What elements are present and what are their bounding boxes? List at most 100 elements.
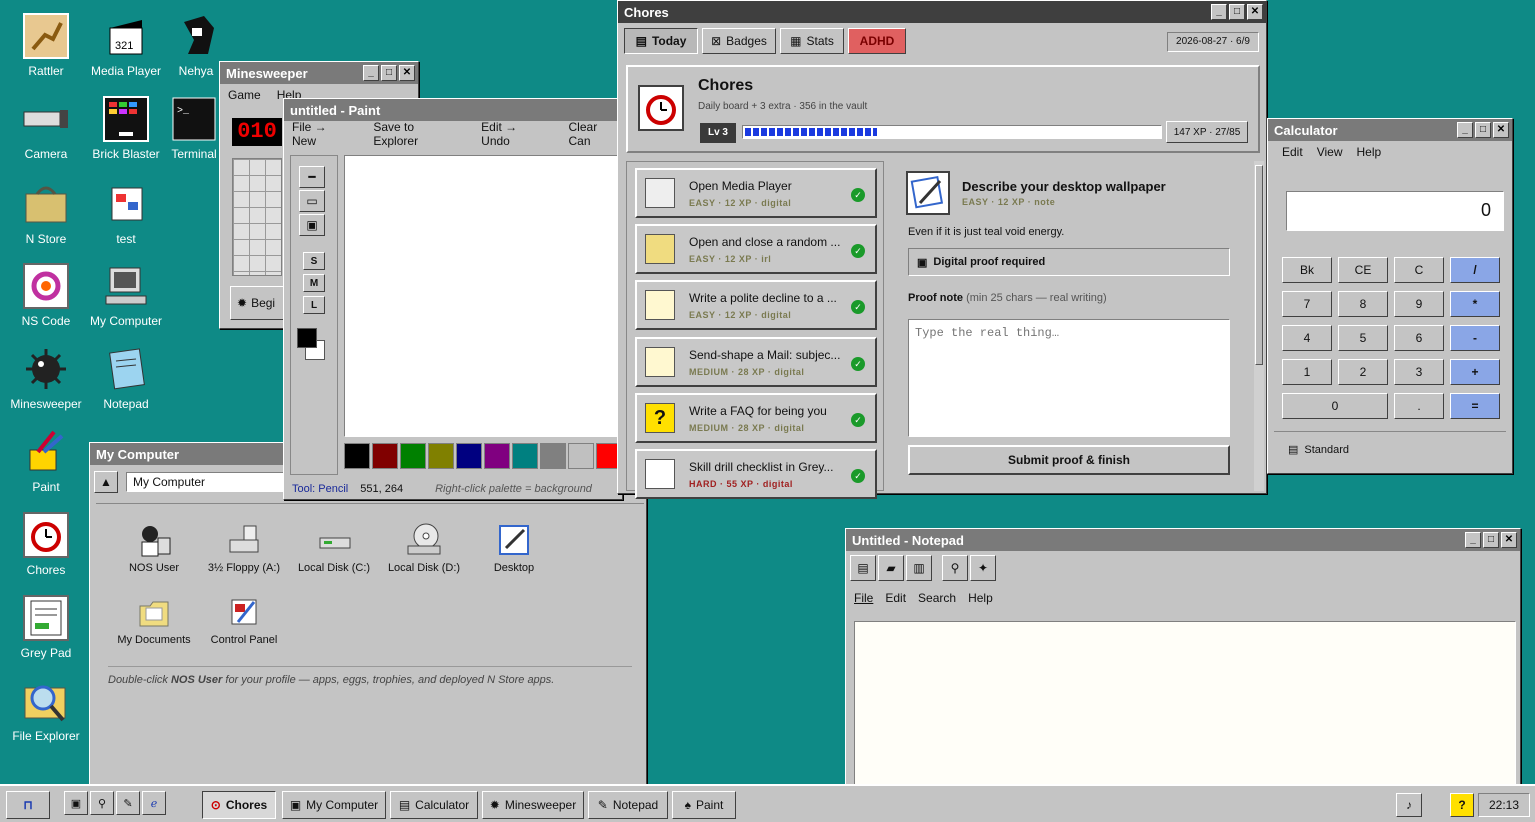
desktop-icon-notepad[interactable]: Notepad	[86, 345, 166, 411]
up-folder-button[interactable]: ▲	[94, 471, 118, 493]
calc-key[interactable]: +	[1450, 359, 1500, 385]
menu-save-to-explorer[interactable]: Save to Explorer	[373, 120, 461, 148]
calc-key[interactable]: 3	[1394, 359, 1444, 385]
menu-help[interactable]: Help	[1356, 145, 1381, 159]
tool-fill[interactable]: ▣	[299, 214, 325, 236]
local-disk-c-item[interactable]: Local Disk (C:)	[294, 522, 374, 574]
menu-clear-canvas[interactable]: Clear Can	[569, 120, 622, 148]
palette-swatch[interactable]	[344, 443, 370, 469]
foreground-color[interactable]	[297, 328, 317, 348]
mine-grid[interactable]	[232, 158, 282, 276]
calc-key[interactable]: 1	[1282, 359, 1332, 385]
taskbar-item-my-computer[interactable]: ▣ My Computer	[282, 791, 386, 819]
minimize-button[interactable]: _	[363, 65, 379, 81]
chore-item[interactable]: Send-shape a Mail: subjec... MEDIUM · 28 …	[635, 337, 877, 387]
new-file-button[interactable]: ▤	[850, 555, 876, 581]
calc-key[interactable]: .	[1394, 393, 1444, 419]
desktop-icon-terminal[interactable]: >_ Terminal	[166, 95, 222, 161]
paint-window[interactable]: untitled - Paint File → New Save to Expl…	[283, 98, 650, 500]
calculator-mode[interactable]: ▤ Standard	[1274, 431, 1506, 467]
chore-item[interactable]: Write a polite decline to a ... EASY · 12…	[635, 280, 877, 330]
desktop-icon-camera[interactable]: Camera	[6, 95, 86, 161]
notepad-text-area[interactable]	[854, 621, 1516, 787]
menu-file-new[interactable]: File → New	[292, 120, 353, 148]
tab-today[interactable]: ▤ Today	[624, 28, 698, 54]
close-button[interactable]: ✕	[1493, 122, 1509, 138]
desktop-icon-ns-code[interactable]: NS Code	[6, 262, 86, 328]
tool-rectangle[interactable]: ▭	[299, 190, 325, 212]
my-documents-item[interactable]: My Documents	[114, 594, 194, 646]
scroll-thumb[interactable]	[1255, 165, 1263, 365]
notepad-titlebar[interactable]: Untitled - Notepad _ □ ✕	[846, 529, 1520, 551]
size-l-button[interactable]: L	[303, 296, 325, 314]
calc-key[interactable]: 8	[1338, 291, 1388, 317]
desktop-icon-my-computer[interactable]: My Computer	[86, 262, 166, 328]
desktop-item[interactable]: Desktop	[474, 522, 554, 574]
calc-key[interactable]: C	[1394, 257, 1444, 283]
maximize-button[interactable]: □	[1483, 532, 1499, 548]
chore-item[interactable]: Open and close a random ... EASY · 12 XP …	[635, 224, 877, 274]
floppy-item[interactable]: 3½ Floppy (A:)	[204, 522, 284, 574]
proof-note-textarea[interactable]	[908, 319, 1230, 437]
calc-key[interactable]: 4	[1282, 325, 1332, 351]
tool-pencil[interactable]: ━	[299, 166, 325, 188]
taskbar-item-chores[interactable]: ⊙ Chores	[202, 791, 276, 819]
menu-view[interactable]: View	[1317, 145, 1343, 159]
desktop-icon-nehya[interactable]: Nehya	[166, 12, 226, 78]
minimize-button[interactable]: _	[1211, 4, 1227, 20]
calc-key[interactable]: 5	[1338, 325, 1388, 351]
palette-swatch[interactable]	[484, 443, 510, 469]
calc-key[interactable]: CE	[1338, 257, 1388, 283]
menu-search[interactable]: Search	[918, 591, 956, 605]
calc-key[interactable]: 0	[1282, 393, 1388, 419]
find-button[interactable]: ⚲	[942, 555, 968, 581]
calc-key[interactable]: 2	[1338, 359, 1388, 385]
palette-swatch[interactable]	[456, 443, 482, 469]
chores-scrollbar[interactable]	[1254, 161, 1264, 491]
maximize-button[interactable]: □	[381, 65, 397, 81]
desktop-icon-file-explorer[interactable]: File Explorer	[6, 677, 86, 743]
minimize-button[interactable]: _	[1465, 532, 1481, 548]
taskbar-item-calculator[interactable]: ▤ Calculator	[390, 791, 478, 819]
palette-swatch[interactable]	[400, 443, 426, 469]
calc-key[interactable]: *	[1450, 291, 1500, 317]
palette-swatch[interactable]	[372, 443, 398, 469]
chores-titlebar[interactable]: Chores _ □ ✕	[618, 1, 1266, 23]
replace-button[interactable]: ✦	[970, 555, 996, 581]
palette-swatch[interactable]	[540, 443, 566, 469]
desktop-icon-minesweeper[interactable]: Minesweeper	[6, 345, 86, 411]
calc-key[interactable]: 6	[1394, 325, 1444, 351]
size-s-button[interactable]: S	[303, 252, 325, 270]
desktop-icon-rattler[interactable]: Rattler	[6, 12, 86, 78]
desktop-icon-paint[interactable]: Paint	[6, 428, 86, 494]
desktop-icon-test[interactable]: test	[86, 180, 166, 246]
tab-adhd[interactable]: ADHD	[848, 28, 906, 54]
chore-item[interactable]: Skill drill checklist in Grey... HARD · 5…	[635, 449, 877, 499]
desktop-icon-brick-blaster[interactable]: Brick Blaster	[86, 95, 166, 161]
taskbar-item-paint[interactable]: ♠ Paint	[672, 791, 736, 819]
submit-proof-button[interactable]: Submit proof & finish	[908, 445, 1230, 475]
menu-file[interactable]: File	[854, 591, 873, 605]
start-button[interactable]: ⊓	[6, 791, 50, 819]
close-button[interactable]: ✕	[399, 65, 415, 81]
calc-key[interactable]: 9	[1394, 291, 1444, 317]
calculator-titlebar[interactable]: Calculator _ □ ✕	[1268, 119, 1512, 141]
quick-launch-mycomputer[interactable]: ▣	[64, 791, 88, 815]
paint-canvas[interactable]	[344, 155, 620, 437]
desktop-icon-n-store[interactable]: N Store	[6, 180, 86, 246]
desktop-icon-chores[interactable]: Chores	[6, 511, 86, 577]
calc-key[interactable]: 7	[1282, 291, 1332, 317]
palette-swatch[interactable]	[512, 443, 538, 469]
paint-titlebar[interactable]: untitled - Paint	[284, 99, 622, 121]
minimize-button[interactable]: _	[1457, 122, 1473, 138]
chore-item[interactable]: ? Write a FAQ for being you MEDIUM · 28 XP…	[635, 393, 877, 443]
maximize-button[interactable]: □	[1229, 4, 1245, 20]
notepad-window[interactable]: Untitled - Notepad _ □ ✕ ▤ ▰ ▥ ⚲ ✦ File Edi…	[845, 528, 1521, 790]
menu-game[interactable]: Game	[228, 88, 261, 102]
desktop-icon-grey-pad[interactable]: Grey Pad	[6, 594, 86, 660]
minesweeper-titlebar[interactable]: Minesweeper _ □ ✕	[220, 62, 418, 84]
calc-key[interactable]: -	[1450, 325, 1500, 351]
tray-help-button[interactable]: ?	[1450, 793, 1474, 817]
calc-key[interactable]: Bk	[1282, 257, 1332, 283]
local-disk-d-item[interactable]: Local Disk (D:)	[384, 522, 464, 574]
